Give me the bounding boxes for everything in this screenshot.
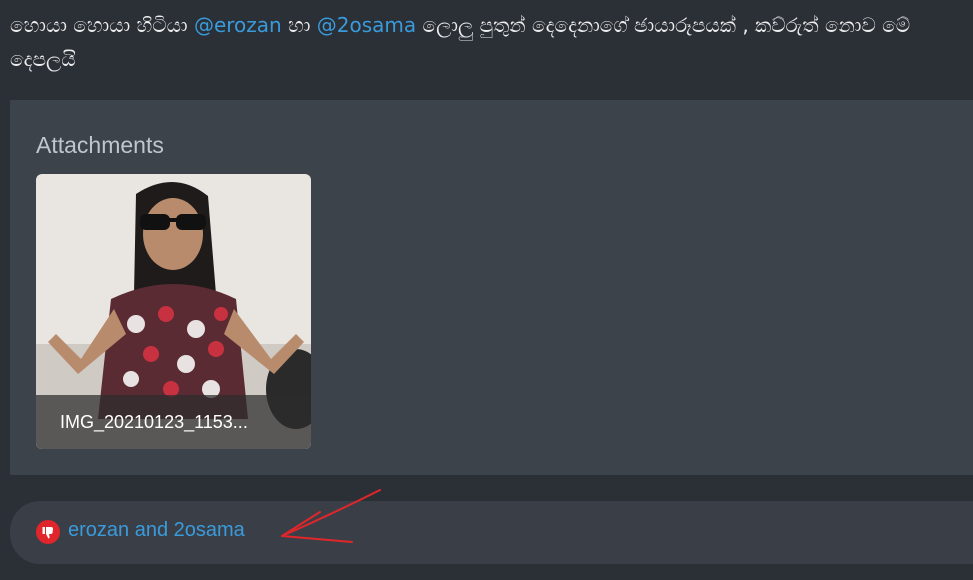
post-text-part: හොයා හොයා හිටියා (10, 13, 194, 37)
attachments-title: Attachments (36, 132, 164, 158)
mention-erozan[interactable]: @erozan (194, 13, 282, 37)
attachment-thumbnail[interactable]: IMG_20210123_1153... (36, 174, 311, 449)
reaction-bar: erozan and 2osama (10, 501, 973, 564)
reaction-users-link[interactable]: erozan and 2osama (68, 519, 245, 542)
attachment-filename: IMG_20210123_1153... (36, 395, 311, 449)
attachments-panel: Attachments IMG_20210123_1153... (10, 100, 973, 475)
thumbs-down-icon[interactable] (36, 520, 60, 544)
post-text-part: හා (281, 13, 317, 37)
annotation-arrow (281, 489, 381, 543)
post-body: හොයා හොයා හිටියා @erozan හා @2osama ලොලු… (10, 8, 970, 76)
mention-2osama[interactable]: @2osama (317, 13, 416, 37)
